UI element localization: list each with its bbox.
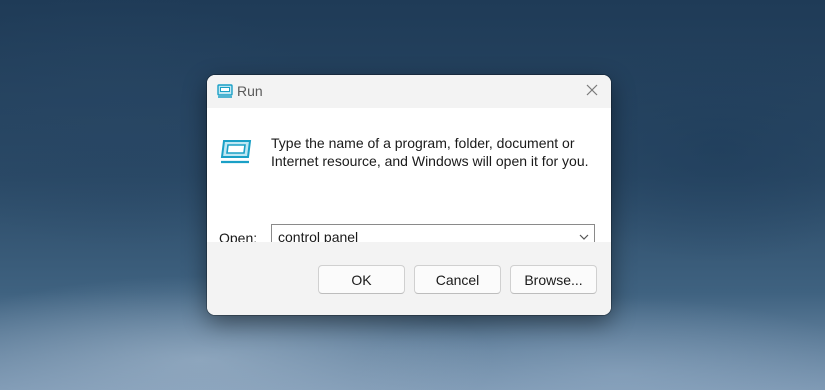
close-button[interactable] (573, 75, 611, 108)
dialog-description: Type the name of a program, folder, docu… (271, 135, 589, 169)
run-icon (217, 84, 233, 98)
dialog-footer: OK Cancel Browse... (207, 242, 611, 315)
run-dialog: Run Type the name of a program, folder, … (207, 75, 611, 315)
chevron-down-icon[interactable] (578, 230, 590, 242)
dialog-title: Run (237, 83, 263, 99)
cancel-button[interactable]: Cancel (414, 265, 501, 294)
run-app-icon (220, 139, 252, 165)
title-bar[interactable]: Run (207, 75, 611, 108)
dialog-content: Type the name of a program, folder, docu… (207, 108, 611, 249)
close-icon (586, 83, 598, 101)
browse-button[interactable]: Browse... (510, 265, 597, 294)
ok-button[interactable]: OK (318, 265, 405, 294)
